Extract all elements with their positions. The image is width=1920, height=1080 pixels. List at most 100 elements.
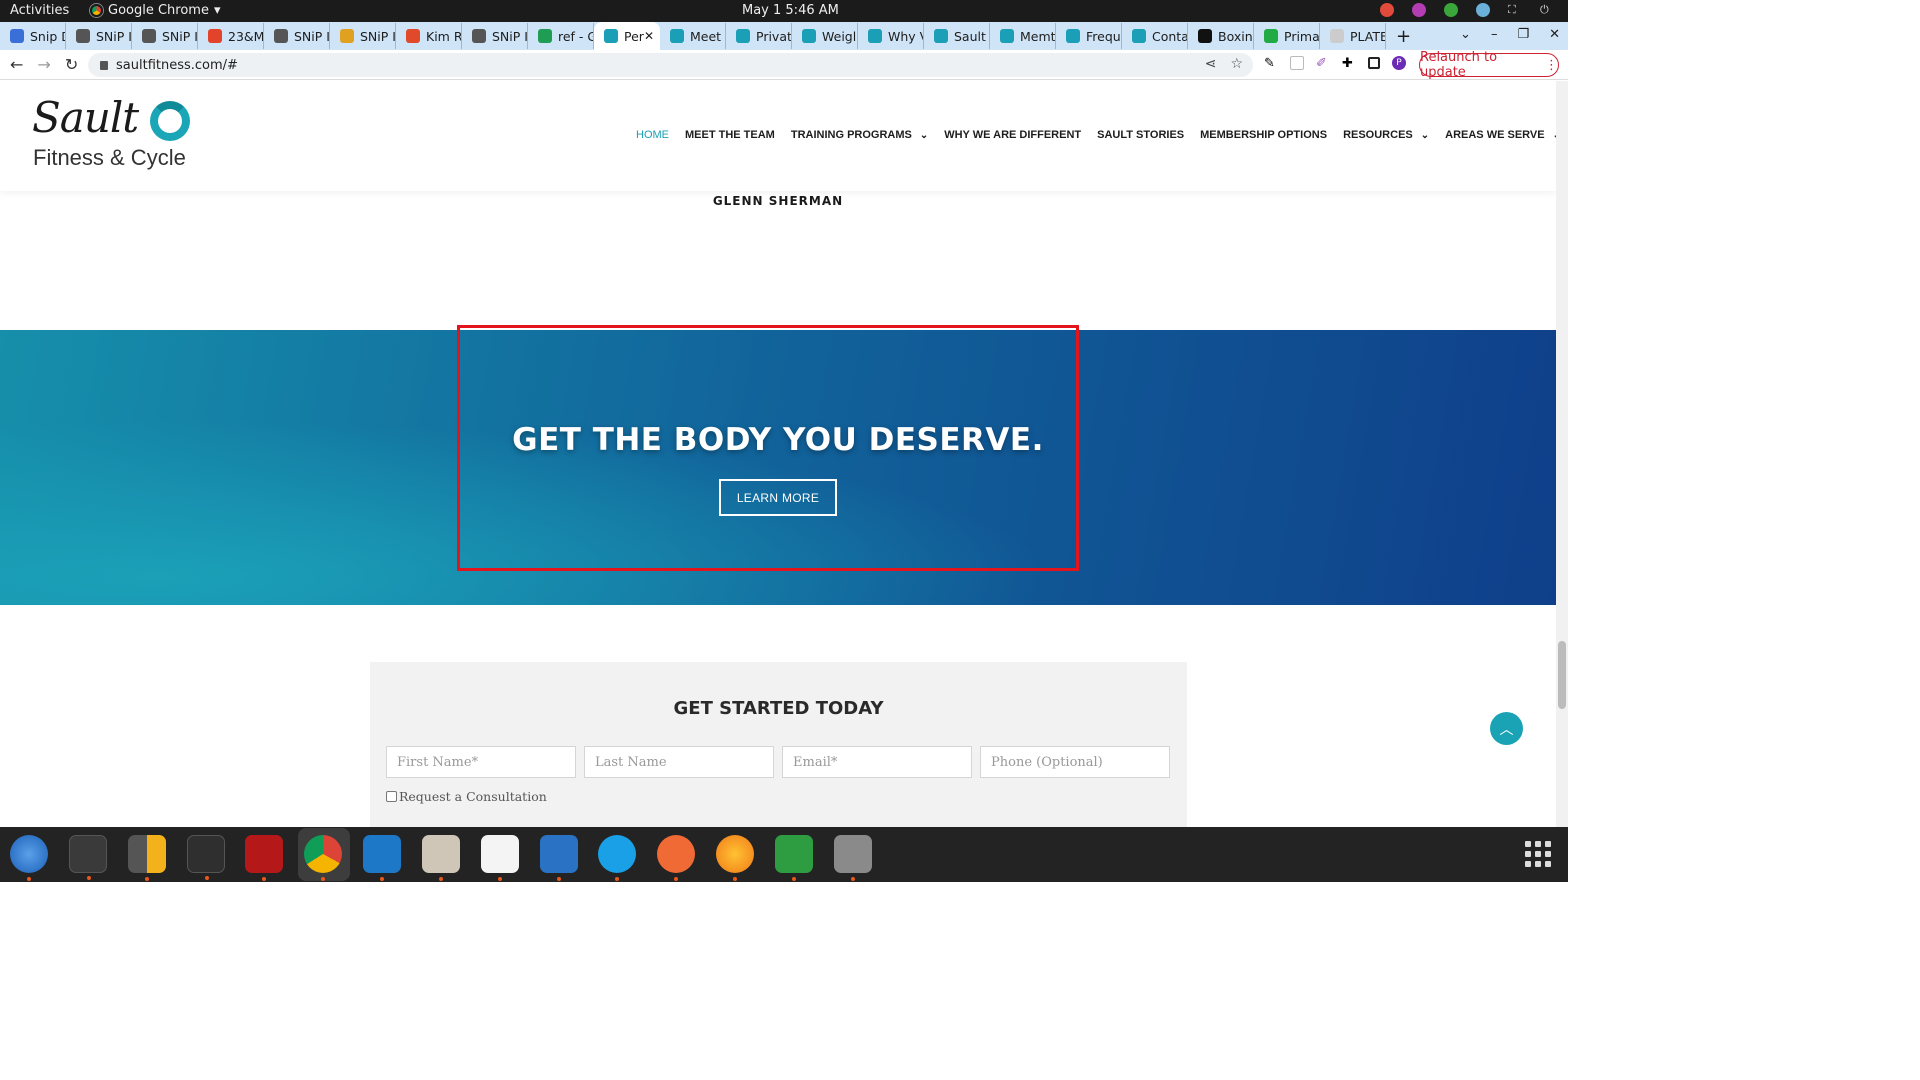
disk-utility-icon[interactable]: [834, 835, 872, 881]
tab-search-icon[interactable]: ⌄: [1460, 27, 1471, 42]
nav-item[interactable]: RESOURCES ⌄: [1343, 129, 1429, 141]
nav-item[interactable]: MEET THE TEAM: [685, 129, 775, 141]
network-icon[interactable]: ⛶: [1508, 3, 1522, 17]
last-name-field[interactable]: Last Name: [584, 746, 774, 778]
show-applications-icon[interactable]: [1525, 841, 1551, 867]
calendar-ext-icon[interactable]: [1290, 56, 1304, 70]
browser-tab[interactable]: SNiP I: [462, 23, 528, 49]
nav-item[interactable]: MEMBERSHIP OPTIONS: [1200, 129, 1327, 141]
consultation-label[interactable]: Request a Consultation: [399, 789, 547, 804]
email-field[interactable]: Email*: [782, 746, 972, 778]
tab-close-icon[interactable]: ✕: [644, 29, 654, 43]
reload-icon[interactable]: ↻: [65, 55, 78, 74]
nav-item[interactable]: WHY WE ARE DIFFERENT: [944, 129, 1081, 141]
browser-tab[interactable]: Snip D: [0, 23, 66, 49]
scrollbar-thumb[interactable]: [1558, 641, 1566, 709]
first-name-field[interactable]: First Name*: [386, 746, 576, 778]
terminal-icon[interactable]: [69, 835, 107, 880]
browser-tab[interactable]: PLATE: [1320, 23, 1386, 49]
browser-tab[interactable]: SNiP I: [264, 23, 330, 49]
browser-tab[interactable]: 23&M: [198, 23, 264, 49]
chrome-tray-icon[interactable]: [1380, 3, 1394, 17]
relaunch-button[interactable]: Relaunch to update ⋮: [1419, 50, 1559, 80]
tab-title: Prima: [1284, 28, 1319, 44]
close-window-icon[interactable]: ✕: [1549, 27, 1560, 42]
puzzle-icon[interactable]: ✚: [1342, 56, 1356, 71]
address-bar[interactable]: saultfitness.com/# ⋖ ☆: [88, 53, 1253, 77]
url-text[interactable]: saultfitness.com/#: [116, 58, 238, 73]
page-scrollbar[interactable]: [1556, 81, 1568, 827]
pen-ext-icon[interactable]: ✐: [1316, 56, 1330, 71]
webpage: Sault Fitness & Cycle HOME MEET THE TEAM T…: [0, 81, 1556, 827]
minimize-icon[interactable]: –: [1491, 27, 1498, 42]
power-icon[interactable]: ⏻: [1540, 3, 1554, 17]
consultation-option[interactable]: Request a Consultation: [386, 789, 547, 804]
chevron-down-icon[interactable]: ⌄: [920, 130, 928, 141]
skype-icon[interactable]: [598, 835, 636, 881]
browser-tab[interactable]: Weigl: [792, 23, 858, 49]
back-to-top-button[interactable]: ︿: [1490, 712, 1523, 745]
vscode-icon[interactable]: [363, 835, 401, 881]
maximize-icon[interactable]: ❐: [1517, 27, 1529, 42]
tab-title: Conta: [1152, 28, 1187, 44]
system-tray: ⛶ ⏻: [1380, 3, 1554, 17]
chrome-dock-icon[interactable]: [304, 835, 342, 881]
firefox-dev-icon[interactable]: [716, 835, 754, 881]
browser-tab[interactable]: Why V: [858, 23, 924, 49]
check-tray-icon[interactable]: [1444, 3, 1458, 17]
browser-tab[interactable]: Kim R: [396, 23, 462, 49]
consultation-checkbox[interactable]: [386, 791, 397, 802]
postman-icon[interactable]: [657, 835, 695, 881]
browser-tab[interactable]: Conta: [1122, 23, 1188, 49]
browser-tab[interactable]: SNiP I: [132, 23, 198, 49]
browser-tab[interactable]: Privat: [726, 23, 792, 49]
bookmark-star-icon[interactable]: ☆: [1230, 56, 1243, 72]
activities-button[interactable]: Activities: [10, 3, 69, 18]
nav-item-label: AREAS WE SERVE: [1445, 129, 1545, 141]
writer-icon[interactable]: [540, 835, 578, 881]
tab-title: Snip D: [30, 28, 65, 44]
browser-tab[interactable]: SNiP I: [66, 23, 132, 49]
files-icon[interactable]: [422, 835, 460, 881]
chevron-down-icon[interactable]: ⌄: [1421, 130, 1429, 141]
back-icon[interactable]: ←: [10, 55, 23, 74]
share-icon[interactable]: ⋖: [1205, 56, 1217, 72]
x-tray-icon[interactable]: [1476, 3, 1490, 17]
browser-tab[interactable]: Per ✕: [594, 22, 660, 50]
filezilla-icon[interactable]: [245, 835, 283, 881]
nav-item[interactable]: HOME: [636, 129, 669, 141]
browser-tab[interactable]: SNiP I: [330, 23, 396, 49]
thunderbird-icon[interactable]: [10, 835, 48, 881]
tab-title: Frequ: [1086, 28, 1121, 44]
nav-item[interactable]: TRAINING PROGRAMS ⌄: [791, 129, 928, 141]
nav-item-label: HOME: [636, 129, 669, 141]
browser-tab[interactable]: Meet: [660, 23, 726, 49]
browser-tab[interactable]: Memt: [990, 23, 1056, 49]
learn-more-button[interactable]: LEARN MORE: [719, 479, 837, 516]
tab-favicon-icon: [934, 29, 948, 43]
text-editor-icon[interactable]: [481, 835, 519, 881]
tab-title: Weigl: [822, 28, 857, 44]
browser-tab[interactable]: Sault: [924, 23, 990, 49]
browser-tab[interactable]: Boxin: [1188, 23, 1254, 49]
eyedropper-icon[interactable]: ✎: [1264, 56, 1278, 71]
clock[interactable]: May 1 5:46 AM: [742, 3, 839, 18]
browser-toolbar: ← → ↻ saultfitness.com/# ⋖ ☆ ✎ ✐ ✚ P Rel…: [0, 50, 1568, 80]
browser-tab[interactable]: Frequ: [1056, 23, 1122, 49]
new-tab-button[interactable]: +: [1396, 26, 1411, 47]
site-logo[interactable]: Sault Fitness & Cycle: [32, 93, 202, 175]
calculator-icon[interactable]: [128, 835, 166, 881]
sidepanel-icon[interactable]: [1368, 57, 1380, 69]
nav-item[interactable]: SAULT STORIES: [1097, 129, 1184, 141]
browser-tab[interactable]: ref - G: [528, 23, 594, 49]
browser-tab[interactable]: Prima: [1254, 23, 1320, 49]
app-tray-icon[interactable]: [1412, 3, 1426, 17]
lock-icon[interactable]: [100, 60, 108, 70]
profile-avatar[interactable]: P: [1392, 56, 1406, 70]
forward-icon[interactable]: →: [37, 55, 50, 74]
nav-item[interactable]: AREAS WE SERVE⌄: [1445, 129, 1556, 141]
phone-field[interactable]: Phone (Optional): [980, 746, 1170, 778]
calc-sheet-icon[interactable]: [775, 835, 813, 881]
system-monitor-icon[interactable]: [187, 835, 225, 880]
app-menu[interactable]: Google Chrome ▾: [90, 3, 221, 18]
